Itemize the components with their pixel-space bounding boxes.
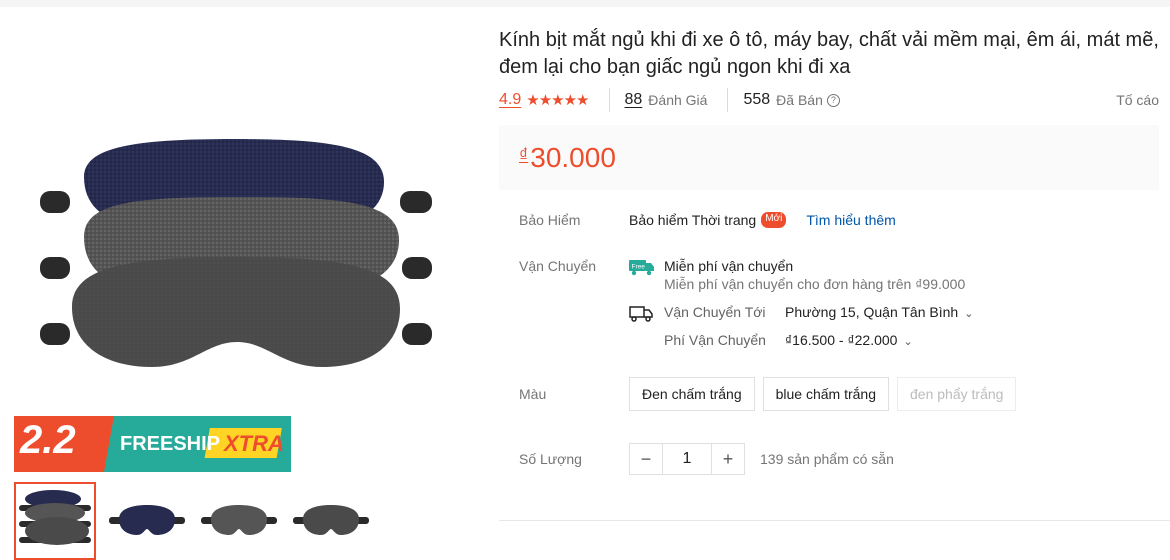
color-option-2[interactable]: blue chấm trắng — [762, 377, 890, 411]
free-shipping-line: Free Miễn phí vận chuyển Miễn phí vận ch… — [629, 258, 973, 292]
sold-count: 558 — [743, 91, 771, 108]
product-gallery: 2.2 FREESHIP XTRA — [0, 7, 480, 560]
promo-banner: 2.2 FREESHIP XTRA — [14, 416, 291, 472]
report-link[interactable]: Tố cáo — [1116, 92, 1159, 108]
ship-to-line: Vận Chuyển Tới Phường 15, Quận Tân Bình ⌄ — [629, 304, 973, 322]
ship-fee-line: Phí Vận Chuyển ₫16.500 - ₫22.000 ⌄ — [629, 332, 973, 348]
learn-more-link[interactable]: Tìm hiểu thêm — [806, 212, 895, 228]
quantity-input[interactable]: 1 — [662, 444, 712, 474]
currency-symbol: ₫ — [519, 145, 529, 165]
thumbnail-3[interactable] — [198, 482, 280, 560]
ship-fee-value[interactable]: ₫16.500 - ₫22.000 ⌄ — [785, 332, 913, 348]
banner-freeship: FREESHIP — [120, 433, 221, 455]
ship-to-value[interactable]: Phường 15, Quận Tân Bình ⌄ — [785, 304, 973, 320]
product-main-image[interactable] — [14, 17, 454, 417]
product-price: 30.000 — [530, 141, 616, 173]
thumbnail-strip — [14, 482, 372, 560]
color-options: Đen chấm trắng blue chấm trắng đen phẩy … — [629, 377, 1024, 411]
product-title: Kính bịt mắt ngủ khi đi xe ô tô, máy bay… — [499, 29, 1159, 78]
product-info: Kính bịt mắt ngủ khi đi xe ô tô, máy bay… — [499, 27, 1159, 190]
insurance-label: Bảo Hiểm — [519, 212, 581, 228]
insurance-row: Bảo Hiểm Bảo hiểm Thời trang Mới Tìm hiể… — [519, 212, 896, 228]
chevron-down-icon: ⌄ — [903, 336, 913, 348]
free-shipping-subtitle: Miễn phí vận chuyển cho đơn hàng trên ₫9… — [664, 276, 966, 292]
reviews-count[interactable]: 88 — [625, 91, 643, 109]
meta-divider — [608, 88, 610, 112]
help-icon[interactable]: ? — [826, 93, 840, 107]
quantity-label: Số Lượng — [519, 451, 582, 467]
color-label: Màu — [519, 386, 547, 402]
ship-to-label: Vận Chuyển Tới — [664, 304, 766, 320]
ship-to-location: Phường 15, Quận Tân Bình — [785, 304, 959, 320]
color-option-1[interactable]: Đen chấm trắng — [629, 377, 755, 411]
price-box: ₫ 30.000 — [499, 125, 1159, 190]
stock-available: 139 sản phẩm có sẵn — [760, 451, 894, 467]
product-page: 2.2 FREESHIP XTRA Kính bịt mắt ngủ khi đ… — [0, 7, 1170, 560]
meta-divider — [727, 88, 729, 112]
quantity-row: Số Lượng − 1 + 139 sản phẩm có sẵn — [519, 443, 894, 475]
thumbnail-2[interactable] — [106, 482, 188, 560]
thumbnail-4[interactable] — [290, 482, 372, 560]
star-rating-icon: ★★★★★ — [526, 92, 589, 109]
chevron-down-icon: ⌄ — [964, 308, 974, 320]
quantity-stepper: − 1 + — [629, 443, 745, 475]
shipping-label: Vận Chuyển — [519, 258, 597, 274]
color-option-3: đen phẩy trắng — [897, 377, 1017, 411]
banner-xtra: XTRA — [224, 431, 284, 456]
truck-icon — [629, 306, 653, 322]
ship-fee-label: Phí Vận Chuyển — [664, 332, 766, 348]
increase-button[interactable]: + — [712, 444, 744, 474]
insurance-value: Bảo hiểm Thời trang — [629, 212, 757, 228]
product-meta: 4.9 ★★★★★ 88 Đánh Giá 558 Đã Bán ? Tố cá… — [499, 88, 1159, 112]
banner-sale-date: 2.2 — [20, 418, 76, 462]
thumbnail-1[interactable] — [14, 482, 96, 560]
free-shipping-title: Miễn phí vận chuyển — [664, 258, 794, 274]
section-divider — [499, 520, 1170, 521]
free-icon-text: Free — [632, 264, 646, 271]
decrease-button[interactable]: − — [630, 444, 662, 474]
new-badge: Mới — [761, 212, 787, 228]
color-row: Màu Đen chấm trắng blue chấm trắng đen p… — [519, 377, 1024, 411]
shipping-row: Vận Chuyển Free Miễn phí vận chuyển Miễn… — [519, 258, 973, 348]
free-shipping-icon: Free — [629, 260, 654, 276]
sold-label: Đã Bán — [776, 92, 823, 108]
rating-value[interactable]: 4.9 — [499, 91, 521, 109]
reviews-label: Đánh Giá — [648, 92, 708, 108]
ship-fee-amount: ₫16.500 - ₫22.000 — [785, 332, 898, 348]
sleep-mask-stack-image — [40, 139, 432, 367]
